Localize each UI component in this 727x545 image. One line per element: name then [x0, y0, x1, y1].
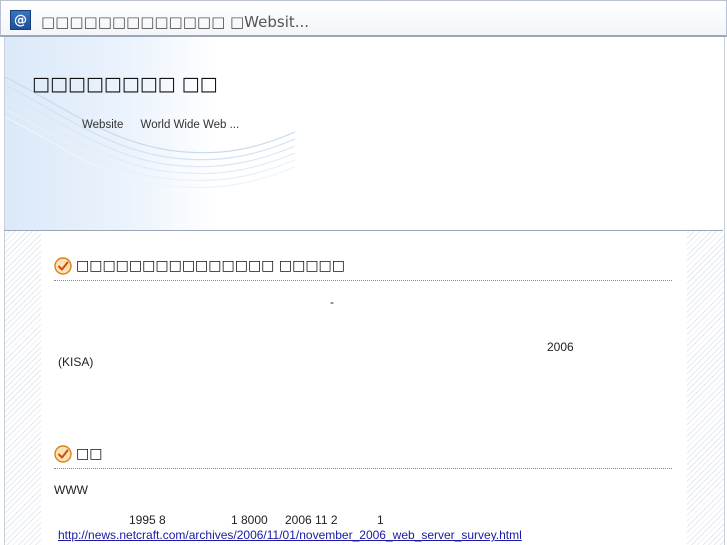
netcraft-survey-link[interactable]: http://news.netcraft.com/archives/2006/1… — [58, 528, 522, 542]
check-circle-icon — [54, 445, 72, 463]
section-2-text-2006: 2006 11 2 — [285, 513, 338, 527]
page-header: □□□□□□□□ □□ Website World Wide Web ... — [4, 37, 725, 231]
subtitle-website: Website — [82, 119, 124, 131]
section-divider-2 — [54, 468, 672, 469]
section-2-text-18000: 1 8000 — [231, 513, 268, 527]
section-heading-2-text: □□ — [76, 446, 103, 462]
subtitle-www: World Wide Web ... — [140, 119, 240, 131]
window-title: □□□□□□□□□□□□□ □Websit... — [41, 13, 310, 31]
section-heading-1: □□□□□□□□□□□□□□□ □□□□□ — [54, 257, 345, 279]
section-1-text-dash: - — [330, 295, 334, 309]
section-heading-1-text: □□□□□□□□□□□□□□□ □□□□□ — [76, 258, 346, 274]
title-bar: @ □□□□□□□□□□□□□ □Websit... — [0, 0, 727, 37]
at-icon: @ — [10, 10, 31, 30]
check-circle-icon — [54, 257, 72, 275]
page-subtitle: Website World Wide Web ... — [82, 119, 253, 131]
section-heading-2: □□ — [54, 445, 102, 467]
content-area: □□□□□□□□□□□□□□□ □□□□□ - 2006 (KISA) □□ W… — [4, 231, 725, 545]
page-title: □□□□□□□□ □□ — [32, 73, 218, 95]
section-2-text-1: 1 — [377, 513, 384, 527]
section-2-text-1995: 1995 8 — [129, 513, 166, 527]
section-1-text-kisa: (KISA) — [58, 355, 94, 369]
section-2-text-www: WWW — [54, 483, 88, 497]
header-decoration — [5, 37, 295, 231]
content-panel: □□□□□□□□□□□□□□□ □□□□□ - 2006 (KISA) □□ W… — [41, 231, 687, 545]
section-divider-1 — [54, 280, 672, 281]
section-1-text-year: 2006 — [547, 340, 574, 354]
